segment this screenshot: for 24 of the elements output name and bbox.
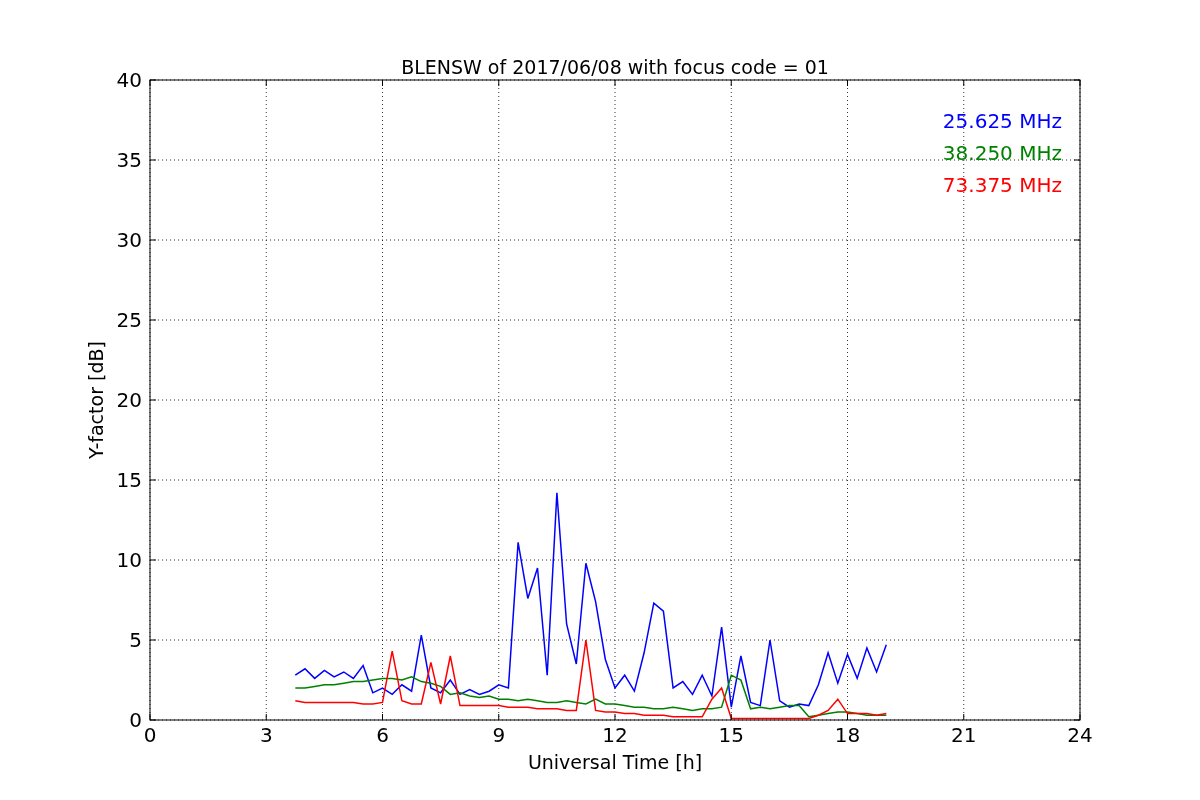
legend-label: 38.250 MHz bbox=[942, 141, 1062, 165]
legend-label: 25.625 MHz bbox=[942, 109, 1062, 133]
x-tick-label: 24 bbox=[1067, 723, 1093, 747]
y-axis-label: Y-factor [dB] bbox=[85, 341, 107, 459]
y-tick-label: 5 bbox=[129, 628, 142, 652]
x-tick-label: 12 bbox=[602, 723, 628, 747]
x-tick-label: 9 bbox=[492, 723, 506, 747]
x-tick-label: 3 bbox=[259, 723, 273, 747]
x-tick-label: 6 bbox=[376, 723, 389, 747]
y-tick-label: 20 bbox=[116, 388, 142, 412]
y-tick-label: 35 bbox=[116, 148, 142, 172]
x-tick-label: 15 bbox=[718, 723, 744, 747]
y-tick-label: 25 bbox=[116, 308, 142, 332]
y-tick-label: 10 bbox=[116, 548, 142, 572]
x-tick-label: 21 bbox=[951, 723, 977, 747]
y-tick-label: 30 bbox=[116, 228, 142, 252]
x-axis-label: Universal Time [h] bbox=[527, 751, 703, 773]
chart-title: BLENSW of 2017/06/08 with focus code = 01 bbox=[401, 56, 829, 78]
y-tick-label: 0 bbox=[129, 708, 142, 732]
legend-label: 73.375 MHz bbox=[942, 173, 1062, 197]
x-tick-label: 18 bbox=[834, 723, 861, 747]
y-tick-label: 15 bbox=[116, 468, 142, 492]
x-tick-label: 0 bbox=[143, 723, 157, 747]
y-tick-label: 40 bbox=[116, 68, 142, 92]
